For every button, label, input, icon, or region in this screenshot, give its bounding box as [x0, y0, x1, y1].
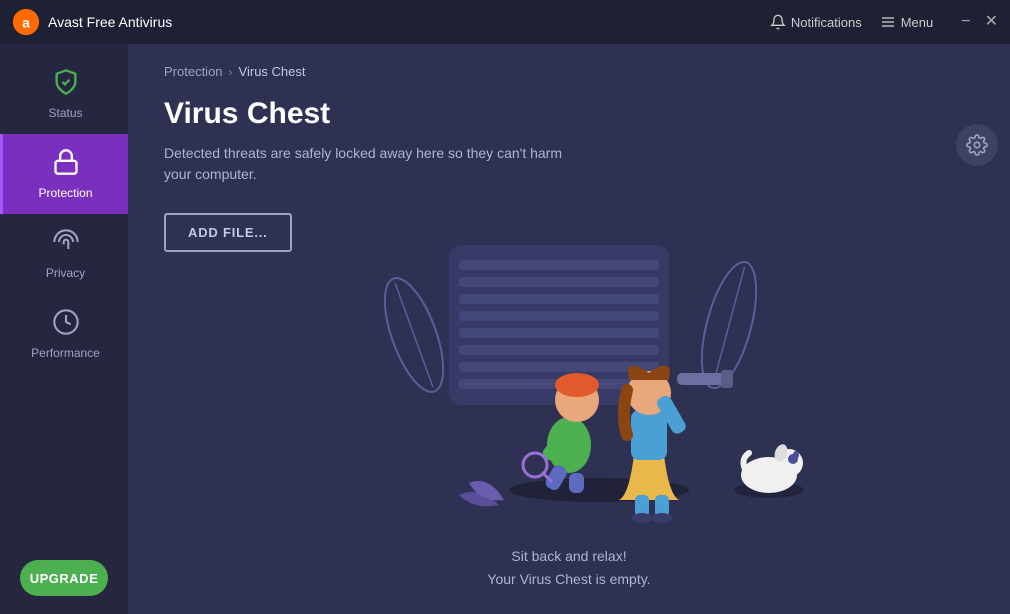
gauge-icon: [52, 308, 80, 340]
sidebar-performance-label: Performance: [31, 346, 100, 360]
close-button[interactable]: ✕: [985, 14, 998, 30]
breadcrumb: Protection › Virus Chest: [164, 64, 970, 79]
svg-text:a: a: [22, 14, 30, 30]
sidebar-item-privacy[interactable]: Privacy: [0, 214, 128, 294]
minimize-button[interactable]: −: [961, 14, 970, 30]
main-content: Protection › Virus Chest Virus Chest Det…: [128, 44, 1010, 614]
window-controls: − ✕: [961, 14, 998, 30]
title-bar: a Avast Free Antivirus Notifications Men…: [0, 0, 1010, 44]
breadcrumb-current: Virus Chest: [239, 64, 306, 79]
bell-icon: [770, 14, 786, 30]
menu-button[interactable]: Menu: [880, 14, 934, 30]
breadcrumb-separator: ›: [229, 65, 233, 79]
page-title: Virus Chest: [164, 97, 970, 131]
sidebar-item-protection[interactable]: Protection: [0, 134, 128, 214]
app-body: Status Protection: [0, 44, 1010, 614]
sidebar-item-status[interactable]: Status: [0, 54, 128, 134]
sidebar-privacy-label: Privacy: [46, 266, 85, 280]
sidebar-status-label: Status: [48, 106, 82, 120]
virus-chest-illustration: [259, 225, 879, 545]
fingerprint-icon: [52, 228, 80, 260]
sidebar: Status Protection: [0, 44, 128, 614]
menu-icon: [880, 14, 896, 30]
shield-icon: [52, 68, 80, 100]
title-bar-controls: Notifications Menu − ✕: [770, 14, 998, 30]
app-logo-area: a Avast Free Antivirus: [12, 8, 770, 36]
avast-logo-icon: a: [12, 8, 40, 36]
settings-button[interactable]: [956, 124, 998, 166]
page-description: Detected threats are safely locked away …: [164, 143, 564, 185]
breadcrumb-parent: Protection: [164, 64, 223, 79]
app-title: Avast Free Antivirus: [48, 14, 172, 30]
empty-state-text: Sit back and relax! Your Virus Chest is …: [487, 545, 650, 590]
illustration-area: Sit back and relax! Your Virus Chest is …: [128, 225, 1010, 614]
gear-icon: [966, 134, 988, 156]
upgrade-button[interactable]: UPGRADE: [20, 560, 108, 596]
sidebar-protection-label: Protection: [38, 186, 92, 200]
sidebar-item-performance[interactable]: Performance: [0, 294, 128, 374]
notifications-button[interactable]: Notifications: [770, 14, 862, 30]
lock-icon: [52, 148, 80, 180]
